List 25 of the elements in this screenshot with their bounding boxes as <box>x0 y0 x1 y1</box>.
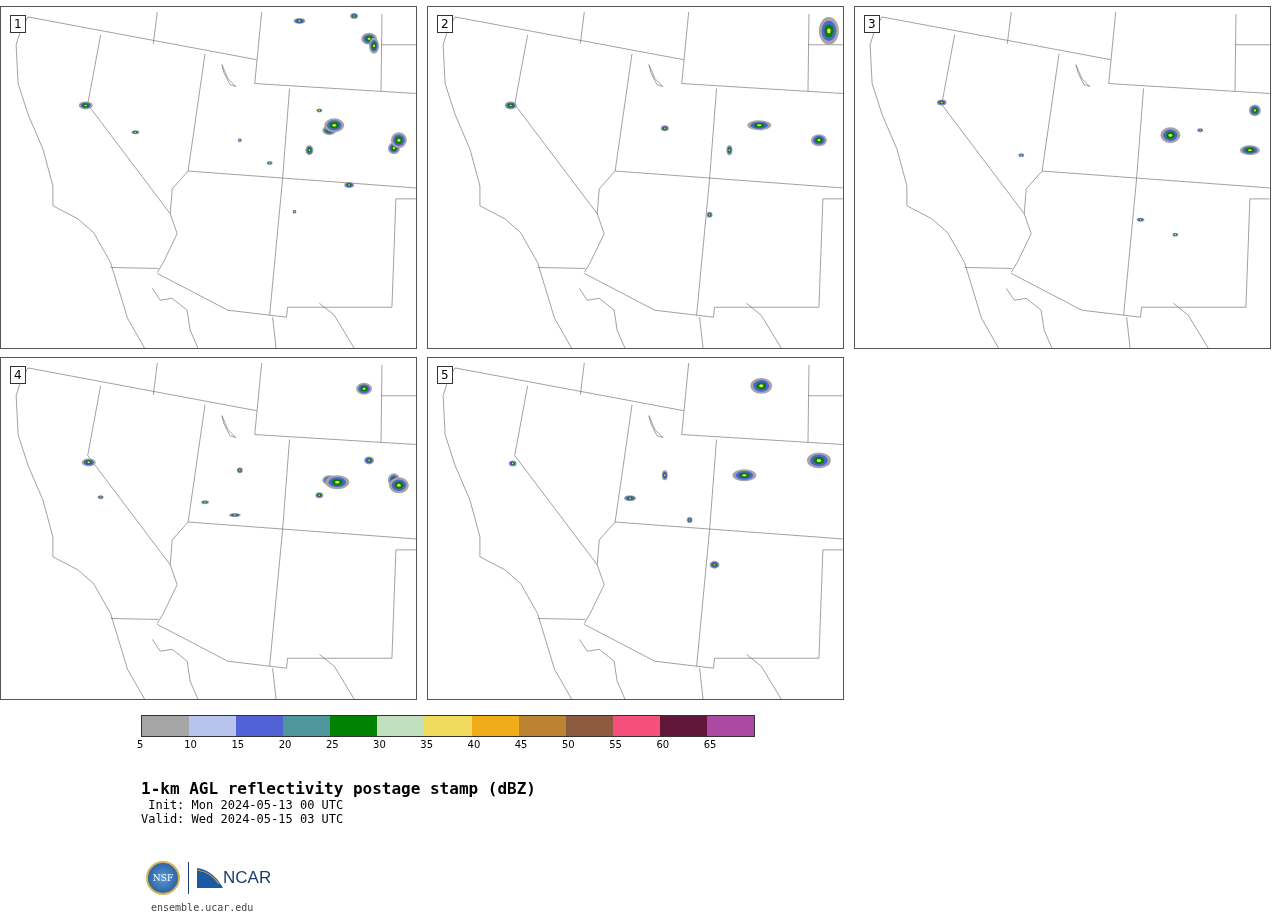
scale-tick-label: 55 <box>609 738 623 752</box>
scale-tick-label: 25 <box>325 738 340 752</box>
scale-tick-label: 10 <box>184 738 198 752</box>
scale-tick-label: 30 <box>373 738 387 752</box>
chart-title: 1-km AGL reflectivity postage stamp (dBZ) <box>141 779 537 798</box>
panel-number: 5 <box>437 366 453 384</box>
scale-tick-label: 5 <box>137 738 145 752</box>
scale-tick-label: 50 <box>561 738 576 752</box>
panel-number: 1 <box>10 15 26 33</box>
scale-tick-label: 65 <box>703 738 718 752</box>
logo-wordmark: NCAR <box>223 868 272 888</box>
init-time: Init: Mon 2024-05-13 00 UTC <box>147 798 345 812</box>
scale-tick-label: 45 <box>514 738 529 752</box>
scale-tick-label: 60 <box>656 738 671 752</box>
panel-number: 4 <box>10 366 26 384</box>
website-url: ensemble.ucar.edu <box>151 902 255 913</box>
panel-number: 2 <box>437 15 453 33</box>
scale-tick-label: 15 <box>231 738 246 752</box>
seal-logo: NSF <box>146 861 180 895</box>
panel-number: 3 <box>864 15 880 33</box>
scale-tick-label: 20 <box>278 738 293 752</box>
valid-time: Valid: Wed 2024-05-15 03 UTC <box>141 812 345 826</box>
scale-tick-label: 40 <box>467 738 482 752</box>
scale-tick-label: 35 <box>420 738 435 752</box>
swoosh-logo-icon <box>197 868 223 888</box>
